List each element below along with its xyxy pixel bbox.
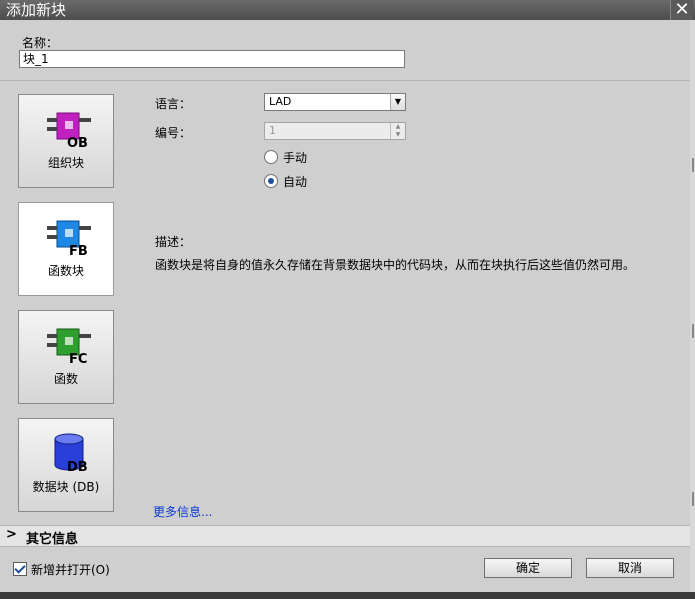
svg-text:FB: FB [69,244,88,257]
block-type-fb-button[interactable]: FB 函数块 [18,202,114,296]
edge-marker [692,158,694,172]
number-stepper: 1 ▲ ▼ [264,122,406,140]
more-info-link[interactable]: 更多信息... [153,503,212,520]
ob-block-icon: OB [47,112,91,149]
radio-auto-label: 自动 [283,175,308,189]
open-after-add-checkbox[interactable] [13,562,27,576]
block-label: 数据块 (DB) [32,480,100,494]
open-after-add-label: 新增并打开(O) [31,563,110,577]
close-icon[interactable]: ✕ [670,0,693,20]
block-type-db-button[interactable]: DB 数据块 (DB) [18,418,114,512]
svg-text:OB: OB [67,136,88,149]
taskbar-edge [0,592,695,599]
edge-marker [692,324,694,338]
name-label: 名称： [22,36,59,50]
language-label: 语言： [155,97,192,111]
other-info-section[interactable]: > 其它信息 [0,525,690,547]
language-select[interactable]: LAD ▼ [264,93,406,111]
spin-arrows-icon: ▲ ▼ [390,123,405,139]
block-label: 函数 [53,372,78,386]
ok-button[interactable]: 确定 [484,558,572,578]
chevron-right-icon[interactable]: > [6,527,17,542]
window-edge [690,20,695,592]
number-value: 1 [269,124,276,137]
cancel-button[interactable]: 取消 [586,558,674,578]
divider [0,80,690,81]
svg-text:FC: FC [69,352,87,365]
block-type-fc-button[interactable]: FC 函数 [18,310,114,404]
block-label: 组织块 [47,156,84,170]
radio-manual-label: 手动 [283,151,308,165]
title-bar: 添加新块 ✕ [0,0,695,20]
language-value: LAD [269,95,292,108]
other-info-title: 其它信息 [26,532,79,547]
edge-marker [692,492,694,506]
name-input[interactable]: 块_1 [19,50,405,68]
fb-block-icon: FB [47,220,91,257]
description-text: 函数块是将自身的值永久存储在背景数据块中的代码块，从而在块执行后这些值仍然可用。 [155,258,636,272]
radio-auto[interactable] [264,174,278,188]
db-block-icon: DB [54,433,88,473]
window-title: 添加新块 [6,1,67,19]
block-type-ob-button[interactable]: OB 组织块 [18,94,114,188]
radio-manual[interactable] [264,150,278,164]
number-label: 编号： [155,126,192,140]
block-label: 函数块 [47,264,84,278]
add-block-dialog: 名称： 块_1 OB 组织块 FB 函数块 FC 函数 DB 数据块 (DB) … [0,20,691,592]
chevron-down-icon[interactable]: ▼ [390,94,405,110]
svg-text:DB: DB [67,460,88,473]
description-label: 描述： [155,235,192,249]
fc-block-icon: FC [47,328,91,365]
